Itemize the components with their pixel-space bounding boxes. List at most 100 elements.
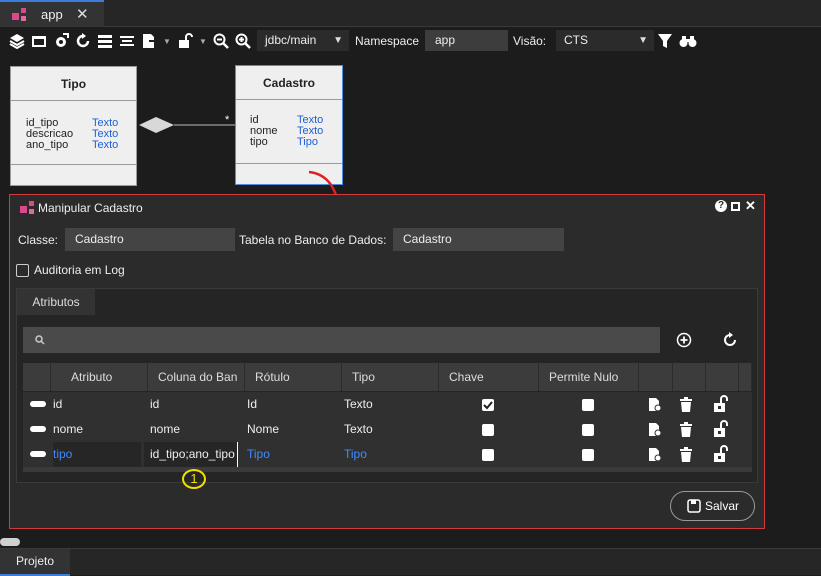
cell-coluna[interactable]: id [150, 392, 159, 417]
filter-icon[interactable] [657, 33, 673, 49]
column-header-permite-nulo[interactable]: Permite Nulo [539, 363, 639, 391]
close-tab-icon[interactable]: ✕ [76, 5, 89, 23]
tabela-input[interactable]: Cadastro [393, 228, 564, 251]
cell-rotulo[interactable]: Nome [247, 417, 279, 442]
chave-checkbox[interactable] [482, 449, 494, 461]
tabela-label: Tabela no Banco de Dados: [239, 233, 387, 247]
unlock-icon[interactable] [177, 33, 193, 49]
chevron-down-icon: ▼ [638, 35, 648, 46]
unlock-icon[interactable] [713, 445, 729, 463]
column-header-icon [23, 363, 51, 391]
search-icon [35, 335, 45, 345]
zoom-out-icon[interactable] [213, 33, 229, 49]
add-icon[interactable] [676, 332, 692, 348]
refresh-icon[interactable] [75, 33, 91, 49]
stack-icon[interactable] [97, 33, 113, 49]
cell-coluna[interactable]: nome [150, 417, 180, 442]
cell-coluna-editor[interactable]: id_tipo;ano_tipo [144, 442, 238, 467]
edit-icon[interactable] [647, 422, 663, 438]
column-header-coluna[interactable]: Coluna do Ban [148, 363, 245, 391]
namespace-label: Namespace [355, 34, 420, 48]
search-input[interactable] [23, 327, 660, 353]
column-header-atributo[interactable]: Atributo [51, 363, 148, 391]
save-button[interactable]: Salvar [670, 491, 755, 521]
entity-attribute-type: Texto [92, 139, 119, 151]
auditoria-label: Auditoria em Log [34, 263, 125, 277]
database-select[interactable]: jdbc/main ▼ [257, 30, 349, 51]
column-header-tipo[interactable]: Tipo [342, 363, 439, 391]
maximize-icon[interactable] [731, 202, 740, 211]
entity-cadastro[interactable]: Cadastro id Texto nome Texto tipo Tipo [235, 65, 343, 185]
check-icon [483, 401, 493, 410]
table-row[interactable]: id id Id Texto [23, 392, 752, 417]
entity-attributes: id Texto nome Texto tipo Tipo [236, 100, 342, 164]
window-icon[interactable] [31, 33, 47, 49]
table-row-editing[interactable]: tipo id_tipo;ano_tipo Tipo Tipo [23, 442, 752, 467]
cell-rotulo[interactable]: Tipo [247, 442, 270, 467]
unlock-icon[interactable] [713, 420, 729, 438]
namespace-input[interactable]: app [425, 30, 508, 51]
export-file-icon[interactable] [141, 33, 157, 49]
classe-label: Classe: [18, 233, 59, 247]
tab-bar: app ✕ [0, 0, 821, 27]
classe-input[interactable]: Cadastro [65, 228, 235, 251]
edit-icon[interactable] [647, 397, 663, 413]
annotation-marker: 1 [182, 469, 206, 489]
cell-atributo[interactable]: nome [53, 417, 83, 442]
column-header-spacer [739, 363, 752, 391]
entity-attribute-type: Tipo [297, 136, 318, 148]
attributes-panel: Atributos Atributo Coluna do Ban Rótulo … [16, 288, 758, 483]
unlock-icon[interactable] [713, 395, 729, 413]
cell-tipo[interactable]: Texto [344, 392, 373, 417]
zoom-in-icon[interactable] [235, 33, 251, 49]
cell-tipo[interactable]: Tipo [344, 442, 367, 467]
permite-nulo-checkbox[interactable] [582, 449, 594, 461]
reload-icon[interactable] [722, 332, 738, 348]
close-icon[interactable]: ✕ [745, 198, 756, 214]
binoculars-icon[interactable] [679, 33, 697, 49]
permite-nulo-checkbox[interactable] [582, 424, 594, 436]
toolbar: ▼ ▼ jdbc/main ▼ Namespace app Visão: CTS… [0, 28, 821, 55]
column-header-rotulo[interactable]: Rótulo [245, 363, 342, 391]
layers-icon[interactable] [9, 33, 25, 49]
chevron-down-icon: ▼ [333, 35, 343, 46]
visao-select[interactable]: CTS ▼ [556, 30, 654, 51]
cell-atributo[interactable]: id [53, 392, 62, 417]
column-header-chave[interactable]: Chave [439, 363, 539, 391]
visao-select-value: CTS [564, 33, 588, 47]
lock-dropdown-icon[interactable]: ▼ [199, 37, 207, 46]
tab-projeto[interactable]: Projeto [0, 549, 70, 576]
horizontal-scrollbar[interactable] [23, 467, 752, 472]
permite-nulo-checkbox[interactable] [582, 399, 594, 411]
trash-icon[interactable] [679, 447, 693, 463]
entity-attribute-name: ano_tipo [26, 139, 69, 151]
entity-tipo[interactable]: Tipo id_tipo Texto descricao Texto ano_t… [10, 66, 137, 186]
align-icon[interactable] [119, 33, 135, 49]
column-header-action [673, 363, 706, 391]
chave-checkbox[interactable] [482, 424, 494, 436]
relationship-connector[interactable] [137, 114, 237, 136]
auditoria-checkbox[interactable] [16, 264, 29, 277]
key-field-icon [30, 401, 46, 407]
key-field-icon [30, 426, 46, 432]
tab-app[interactable]: app ✕ [0, 0, 104, 27]
table-row[interactable]: nome nome Nome Texto [23, 417, 752, 442]
entity-title: Cadastro [236, 66, 342, 100]
tab-app-label: app [41, 7, 63, 22]
trash-icon[interactable] [679, 397, 693, 413]
trash-icon[interactable] [679, 422, 693, 438]
help-icon[interactable]: ? [715, 200, 727, 212]
cell-atributo[interactable]: tipo [53, 442, 141, 467]
cell-tipo[interactable]: Texto [344, 417, 373, 442]
gear-export-icon[interactable] [53, 33, 69, 49]
chave-checkbox[interactable] [482, 399, 494, 411]
tab-atributos[interactable]: Atributos [17, 289, 95, 315]
cell-rotulo[interactable]: Id [247, 392, 257, 417]
app-logo-icon [12, 8, 26, 21]
edit-icon[interactable] [647, 447, 663, 463]
entity-attributes: id_tipo Texto descricao Texto ano_tipo T… [11, 101, 136, 165]
column-header-action [639, 363, 673, 391]
export-dropdown-icon[interactable]: ▼ [163, 37, 171, 46]
app-logo-icon [20, 201, 34, 214]
canvas-scroll-handle[interactable] [0, 538, 20, 546]
